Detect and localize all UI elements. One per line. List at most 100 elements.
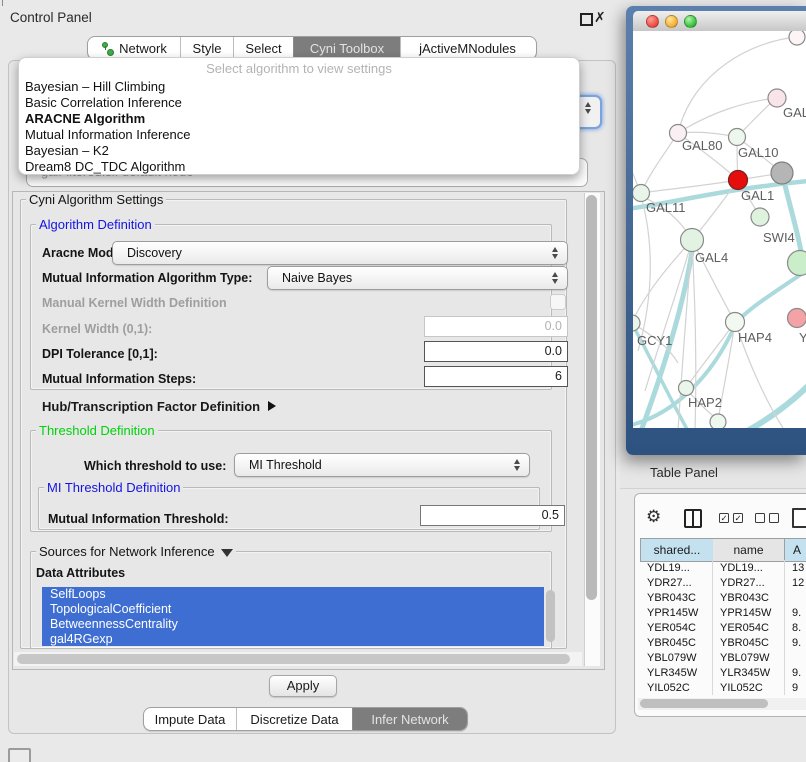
list-item[interactable]: SelfLoops: [42, 587, 544, 602]
table-cell[interactable]: YBR045C: [713, 636, 784, 651]
select-all-checkbox-icon[interactable]: ✓: [733, 513, 743, 523]
mi-steps-field[interactable]: 6: [424, 366, 568, 387]
apply-button[interactable]: Apply: [269, 675, 337, 697]
list-scrollbar-thumb[interactable]: [546, 590, 555, 642]
node-label: SWI4: [763, 230, 795, 245]
manual-kernel-checkbox[interactable]: [550, 294, 566, 310]
deselect-checkbox-icon[interactable]: [755, 513, 765, 523]
table-cell[interactable]: YBR043C: [640, 591, 712, 606]
table-cell[interactable]: YBL079W: [713, 651, 784, 666]
table-cell[interactable]: YLR345W: [713, 666, 784, 681]
select-all-checkbox-icon[interactable]: ✓: [719, 513, 729, 523]
tab-infer-network[interactable]: Infer Network: [352, 708, 467, 730]
dpi-tolerance-field[interactable]: 0.0: [424, 341, 568, 362]
tab-cyni-toolbox[interactable]: Cyni Toolbox: [293, 37, 400, 59]
table-cell[interactable]: 9.: [785, 666, 806, 681]
table-cell[interactable]: 9.: [785, 606, 806, 621]
network-node[interactable]: [633, 185, 650, 202]
network-node[interactable]: [788, 309, 806, 328]
network-node[interactable]: [679, 381, 694, 396]
column-header-name[interactable]: name: [713, 538, 785, 562]
kernel-width-field[interactable]: 0.0: [424, 316, 568, 337]
network-node[interactable]: [788, 251, 806, 276]
table-cell[interactable]: 12: [785, 576, 806, 591]
which-threshold-combo[interactable]: MI Threshold: [234, 453, 530, 477]
sources-toggle[interactable]: Sources for Network Inference: [36, 545, 236, 558]
table-cell[interactable]: YBL079W: [640, 651, 712, 666]
table-cell[interactable]: YLR345W: [640, 666, 712, 681]
tab-label: Infer Network: [371, 712, 448, 727]
column-header-partial[interactable]: A: [785, 538, 806, 562]
tab-label: Style: [193, 41, 222, 56]
table-cell[interactable]: [785, 591, 806, 606]
zoom-traffic-light-icon[interactable]: [684, 15, 697, 28]
horizontal-scrollbar-thumb[interactable]: [17, 654, 570, 664]
gear-icon[interactable]: ⚙: [646, 508, 661, 525]
table-cell[interactable]: YDL19...: [713, 561, 784, 576]
list-item[interactable]: gal4RGexp: [42, 632, 544, 646]
table-cell[interactable]: YER054C: [640, 621, 712, 636]
attribute-list[interactable]: SelfLoops TopologicalCoefficient Between…: [42, 587, 544, 646]
table-cell[interactable]: 8.: [785, 621, 806, 636]
network-node[interactable]: [751, 208, 769, 226]
minimized-panel-icon[interactable]: [8, 748, 31, 762]
table-cell[interactable]: YER054C: [713, 621, 784, 636]
dropdown-item[interactable]: Basic Correlation Inference: [25, 95, 182, 111]
table-cell[interactable]: YIL052C: [713, 681, 784, 694]
combo-arrows-icon: [585, 101, 592, 115]
network-node[interactable]: [789, 31, 805, 45]
network-node[interactable]: [681, 229, 704, 252]
tab-style[interactable]: Style: [180, 37, 233, 59]
table-cell[interactable]: 9.: [785, 636, 806, 651]
network-node-selected[interactable]: [729, 171, 748, 190]
node-label: HAP4: [738, 330, 772, 345]
list-item[interactable]: BetweennessCentrality: [42, 617, 544, 632]
table-cell[interactable]: YDL19...: [640, 561, 712, 576]
table-cell[interactable]: 13: [785, 561, 806, 576]
float-window-icon[interactable]: [580, 13, 593, 26]
tab-network[interactable]: Network: [88, 37, 180, 59]
list-item[interactable]: TopologicalCoefficient: [42, 602, 544, 617]
vertical-scrollbar-thumb[interactable]: [586, 195, 597, 600]
aracne-mode-combo[interactable]: Discovery: [112, 241, 568, 265]
tab-jactivemnodules[interactable]: jActiveMNodules: [400, 37, 534, 59]
network-window-titlebar[interactable]: [633, 11, 806, 32]
table-cell[interactable]: YBR043C: [713, 591, 784, 606]
table-cell[interactable]: YDR27...: [713, 576, 784, 591]
network-canvas[interactable]: GAL GAL80 GAL10 GAL1 GAL11 SWI4 GAL4 GCY…: [633, 31, 806, 428]
mi-type-combo[interactable]: Naive Bayes: [267, 266, 568, 290]
table-horizontal-scrollbar-thumb[interactable]: [640, 699, 768, 708]
close-traffic-light-icon[interactable]: [646, 15, 659, 28]
tab-select[interactable]: Select: [233, 37, 293, 59]
column-layout-icon[interactable]: [684, 509, 702, 528]
algorithm-dropdown-popup: Select algorithm to view settings Bayesi…: [18, 57, 580, 175]
dropdown-item[interactable]: Mutual Information Inference: [25, 127, 190, 143]
network-node[interactable]: [633, 315, 640, 331]
tab-impute-data[interactable]: Impute Data: [144, 708, 236, 730]
column-header-shared-name[interactable]: shared...: [640, 538, 714, 562]
table-cell[interactable]: YIL052C: [640, 681, 712, 694]
hub-definition-toggle[interactable]: Hub/Transcription Factor Definition: [42, 399, 276, 414]
table-cell[interactable]: YPR145W: [713, 606, 784, 621]
network-node[interactable]: [726, 313, 745, 332]
dropdown-item-selected[interactable]: ARACNE Algorithm: [25, 111, 145, 127]
deselect-checkbox-icon[interactable]: [769, 513, 779, 523]
dropdown-item[interactable]: Bayesian – Hill Climbing: [25, 79, 165, 95]
network-node[interactable]: [729, 129, 746, 146]
network-node[interactable]: [710, 414, 726, 428]
close-icon[interactable]: ✗: [594, 9, 606, 26]
tab-discretize-data[interactable]: Discretize Data: [236, 708, 352, 730]
network-node[interactable]: [771, 162, 793, 184]
dropdown-item[interactable]: Bayesian – K2: [25, 143, 109, 159]
table-cell[interactable]: 9: [785, 681, 806, 694]
node-label: Y: [799, 330, 806, 345]
table-cell[interactable]: YPR145W: [640, 606, 712, 621]
minimize-traffic-light-icon[interactable]: [665, 15, 678, 28]
export-table-icon[interactable]: [792, 508, 806, 528]
dropdown-item[interactable]: Dream8 DC_TDC Algorithm: [25, 159, 185, 175]
table-cell[interactable]: [785, 651, 806, 666]
mi-threshold-field[interactable]: 0.5: [420, 505, 565, 526]
table-cell[interactable]: YBR045C: [640, 636, 712, 651]
which-threshold-label: Which threshold to use:: [84, 459, 226, 473]
table-cell[interactable]: YDR27...: [640, 576, 712, 591]
